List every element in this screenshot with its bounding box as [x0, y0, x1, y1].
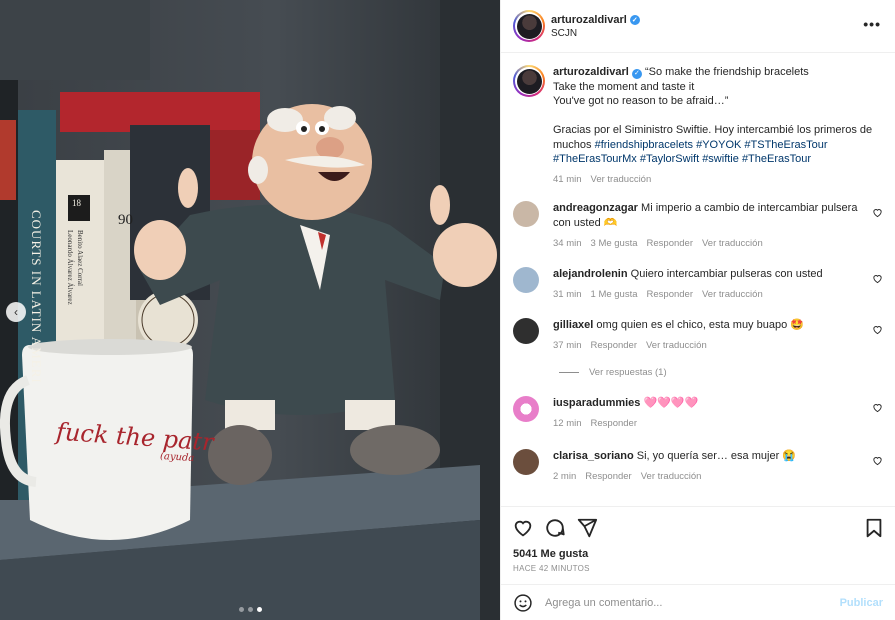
comment-composer: Publicar: [501, 584, 895, 620]
posted-time[interactable]: HACE 42 MINUTOS: [513, 564, 883, 573]
photo-scene: [0, 0, 500, 620]
carousel-dot: [238, 607, 244, 612]
caption-line-2: Take the moment and taste it: [553, 80, 695, 93]
view-replies-label[interactable]: Ver respuestas (1): [589, 367, 667, 378]
like-count[interactable]: 5041 Me gusta: [513, 548, 883, 560]
mug-subtext: (ayuda: [159, 450, 195, 465]
comment-time[interactable]: 34 min: [553, 236, 582, 251]
commenter-avatar[interactable]: [513, 201, 539, 227]
commenter-username[interactable]: gilliaxel: [553, 319, 593, 331]
comment-text: Quiero intercambiar pulseras con usted: [630, 268, 823, 280]
share-paper-plane-icon[interactable]: [576, 517, 598, 539]
hashtag[interactable]: #TheErasTour: [742, 153, 811, 165]
heart-icon[interactable]: [872, 273, 883, 284]
comment-text: Si, yo quería ser… esa mujer 😭: [636, 450, 796, 462]
comment-time[interactable]: 31 min: [553, 287, 582, 302]
commenter-username[interactable]: iusparadummies: [553, 397, 640, 409]
commenter-username[interactable]: alejandrolenin: [553, 268, 628, 280]
verified-badge-icon: ✓: [631, 69, 642, 80]
reply-button[interactable]: Responder: [647, 287, 693, 302]
heart-icon[interactable]: [872, 402, 883, 413]
comment: alejandrolenin Quiero intercambiar pulse…: [513, 267, 883, 302]
hashtag[interactable]: #YOYOK: [696, 139, 741, 151]
post-media[interactable]: COURTS IN LATIN AMERI 18 90 Benito Alaez…: [0, 0, 500, 620]
comments-section[interactable]: arturozaldivarl ✓ “So make the friendshi…: [501, 53, 895, 506]
book-author-2: Leonardo Álvarez Álvarez: [66, 230, 74, 305]
comment-bubble-icon[interactable]: [544, 517, 566, 539]
book-author-1: Benito Alaez Corral: [76, 230, 84, 286]
hashtag[interactable]: #swiftie: [702, 153, 739, 165]
heart-icon[interactable]: [872, 324, 883, 335]
author-avatar[interactable]: [513, 10, 545, 42]
commenter-username[interactable]: clarisa_soriano: [553, 450, 634, 462]
author-username-text[interactable]: arturozaldivarl: [551, 14, 627, 26]
like-heart-icon[interactable]: [512, 517, 534, 539]
commenter-avatar[interactable]: [513, 267, 539, 293]
instagram-post: COURTS IN LATIN AMERI 18 90 Benito Alaez…: [0, 0, 895, 620]
comment-likes[interactable]: 3 Me gusta: [591, 236, 638, 251]
publish-button[interactable]: Publicar: [840, 597, 883, 609]
more-options-icon[interactable]: •••: [863, 16, 881, 32]
likes-section: 5041 Me gusta HACE 42 MINUTOS: [501, 548, 895, 573]
comment: iusparadummies 🩷🩷🩷🩷 12 min Responder: [513, 396, 883, 431]
verified-badge-icon: ✓: [629, 14, 640, 25]
comment: gilliaxel omg quien es el chico, esta mu…: [513, 318, 883, 353]
post-actions-bar: [501, 506, 895, 548]
author-username[interactable]: arturozaldivarl ✓: [551, 14, 640, 26]
caption-line-3: You've got no reason to be afraid…”: [553, 95, 729, 107]
comment: andreagonzagar Mi imperio a cambio de in…: [513, 201, 883, 251]
chevron-left-icon: ‹: [14, 305, 18, 319]
hashtag[interactable]: #TaylorSwift: [640, 153, 699, 165]
reply-button[interactable]: Responder: [585, 469, 631, 484]
caption-text: Gracias por el Siministro Swiftie. Hoy i…: [553, 123, 883, 167]
caption-translate-link[interactable]: Ver traducción: [591, 173, 652, 188]
hashtag[interactable]: #TSTheErasTour: [744, 139, 827, 151]
hashtag[interactable]: #friendshipbracelets: [595, 139, 693, 151]
caption-avatar[interactable]: [513, 65, 545, 97]
reply-button[interactable]: Responder: [591, 338, 637, 353]
previous-image-button[interactable]: ‹: [6, 302, 26, 322]
commenter-username[interactable]: andreagonzagar: [553, 202, 638, 214]
comment-input[interactable]: [545, 596, 840, 609]
bookmark-icon[interactable]: [863, 517, 885, 539]
translate-link[interactable]: Ver traducción: [641, 469, 702, 484]
translate-link[interactable]: Ver traducción: [646, 338, 707, 353]
carousel-dot: [247, 607, 253, 612]
comment-time[interactable]: 12 min: [553, 416, 582, 431]
post-location[interactable]: SCJN: [551, 28, 640, 39]
caption-time[interactable]: 41 min: [553, 173, 582, 188]
book-number-18: 18: [72, 198, 81, 208]
comment-time[interactable]: 37 min: [553, 338, 582, 353]
reply-button[interactable]: Responder: [591, 416, 637, 431]
book-spine-courts: COURTS IN LATIN AMERI: [29, 210, 44, 384]
carousel-dot-active: [256, 607, 262, 612]
translate-link[interactable]: Ver traducción: [702, 287, 763, 302]
hashtag[interactable]: #TheErasTourMx: [553, 153, 637, 165]
post-side-panel: arturozaldivarl ✓ SCJN ••• arturozaldiva…: [500, 0, 895, 620]
heart-icon[interactable]: [872, 207, 883, 218]
heart-icon[interactable]: [872, 455, 883, 466]
comment: clarisa_soriano Si, yo quería ser… esa m…: [513, 449, 883, 484]
comment-text: 🩷🩷🩷🩷: [643, 397, 699, 409]
commenter-avatar[interactable]: [513, 318, 539, 344]
comment-time[interactable]: 2 min: [553, 469, 576, 484]
translate-link[interactable]: Ver traducción: [702, 236, 763, 251]
carousel-indicator: [0, 607, 500, 612]
reply-button[interactable]: Responder: [647, 236, 693, 251]
emoji-icon[interactable]: [513, 593, 533, 613]
commenter-avatar[interactable]: [513, 449, 539, 475]
comment-likes[interactable]: 1 Me gusta: [591, 287, 638, 302]
view-replies[interactable]: Ver respuestas (1): [559, 367, 883, 378]
caption-username[interactable]: arturozaldivarl: [553, 66, 629, 78]
comment-text: omg quien es el chico, esta muy buapo 🤩: [596, 319, 804, 331]
commenter-avatar[interactable]: [513, 396, 539, 422]
post-header: arturozaldivarl ✓ SCJN •••: [501, 0, 895, 53]
caption-line-1: “So make the friendship bracelets: [644, 66, 809, 78]
post-caption: arturozaldivarl ✓ “So make the friendshi…: [513, 65, 883, 187]
book-number-90: 90: [118, 212, 133, 228]
